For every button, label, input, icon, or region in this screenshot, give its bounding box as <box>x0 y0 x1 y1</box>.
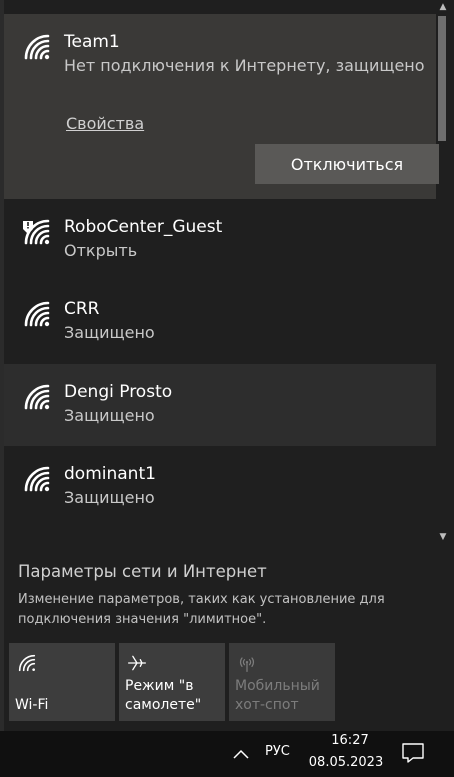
clock-date[interactable]: 08.05.2023 <box>306 755 386 770</box>
airplane-mode-tile[interactable]: Режим "в самолете" <box>119 643 225 721</box>
network-name: RoboCenter_Guest <box>64 217 223 237</box>
tile-label: Wi-Fi <box>15 697 49 713</box>
network-item-crr[interactable]: CRR Защищено <box>4 281 436 363</box>
tile-label: Режим "в самолете" <box>125 678 202 713</box>
clock-time[interactable]: 16:27 <box>320 733 380 748</box>
network-item-robocenter-guest[interactable]: RoboCenter_Guest Открыть <box>4 199 436 281</box>
network-name: dominant1 <box>64 464 156 484</box>
network-item-dominant1[interactable]: dominant1 Защищено <box>4 446 436 528</box>
properties-link[interactable]: Свойства <box>66 114 144 133</box>
network-item-dengi-prosto[interactable]: Dengi Prosto Защищено <box>4 364 436 446</box>
network-settings-link[interactable]: Параметры сети и Интернет <box>18 562 267 581</box>
network-settings-description: Изменение параметров, таких как установл… <box>18 592 385 627</box>
airplane-icon <box>127 655 146 671</box>
wifi-icon <box>24 301 50 327</box>
network-list-scrollbar[interactable]: ▲ ▼ <box>436 0 450 548</box>
network-status: Защищено <box>64 488 155 507</box>
wifi-icon <box>24 466 50 492</box>
scroll-up-icon[interactable]: ▲ <box>436 0 450 14</box>
scroll-thumb[interactable] <box>438 16 446 141</box>
wifi-icon <box>24 34 50 60</box>
network-status: Защищено <box>64 323 155 342</box>
network-name: Team1 <box>64 32 120 52</box>
wifi-icon <box>24 384 50 410</box>
notification-center-icon[interactable] <box>400 741 426 765</box>
network-status: Защищено <box>64 406 155 425</box>
network-name: Dengi Prosto <box>64 382 173 402</box>
taskbar: РУС 16:27 08.05.2023 <box>0 731 454 777</box>
wifi-toggle-tile[interactable]: Wi-Fi <box>9 643 115 721</box>
network-item-team1[interactable]: Team1 Нет подключения к Интернету, защищ… <box>4 14 439 199</box>
network-name: CRR <box>64 299 100 319</box>
chevron-up-icon[interactable] <box>231 745 251 763</box>
language-indicator[interactable]: РУС <box>265 744 290 759</box>
network-status: Нет подключения к Интернету, защищено <box>64 56 425 75</box>
mobile-hotspot-tile[interactable]: Мобильный хот-спот <box>229 643 335 721</box>
wifi-warning-icon <box>23 219 50 245</box>
network-status: Открыть <box>64 241 138 260</box>
wifi-icon <box>18 654 36 672</box>
hotspot-icon <box>239 657 255 672</box>
disconnect-button[interactable]: Отключиться <box>255 144 439 184</box>
tile-label: Мобильный хот-спот <box>235 678 320 713</box>
scroll-down-icon[interactable]: ▼ <box>436 530 450 544</box>
